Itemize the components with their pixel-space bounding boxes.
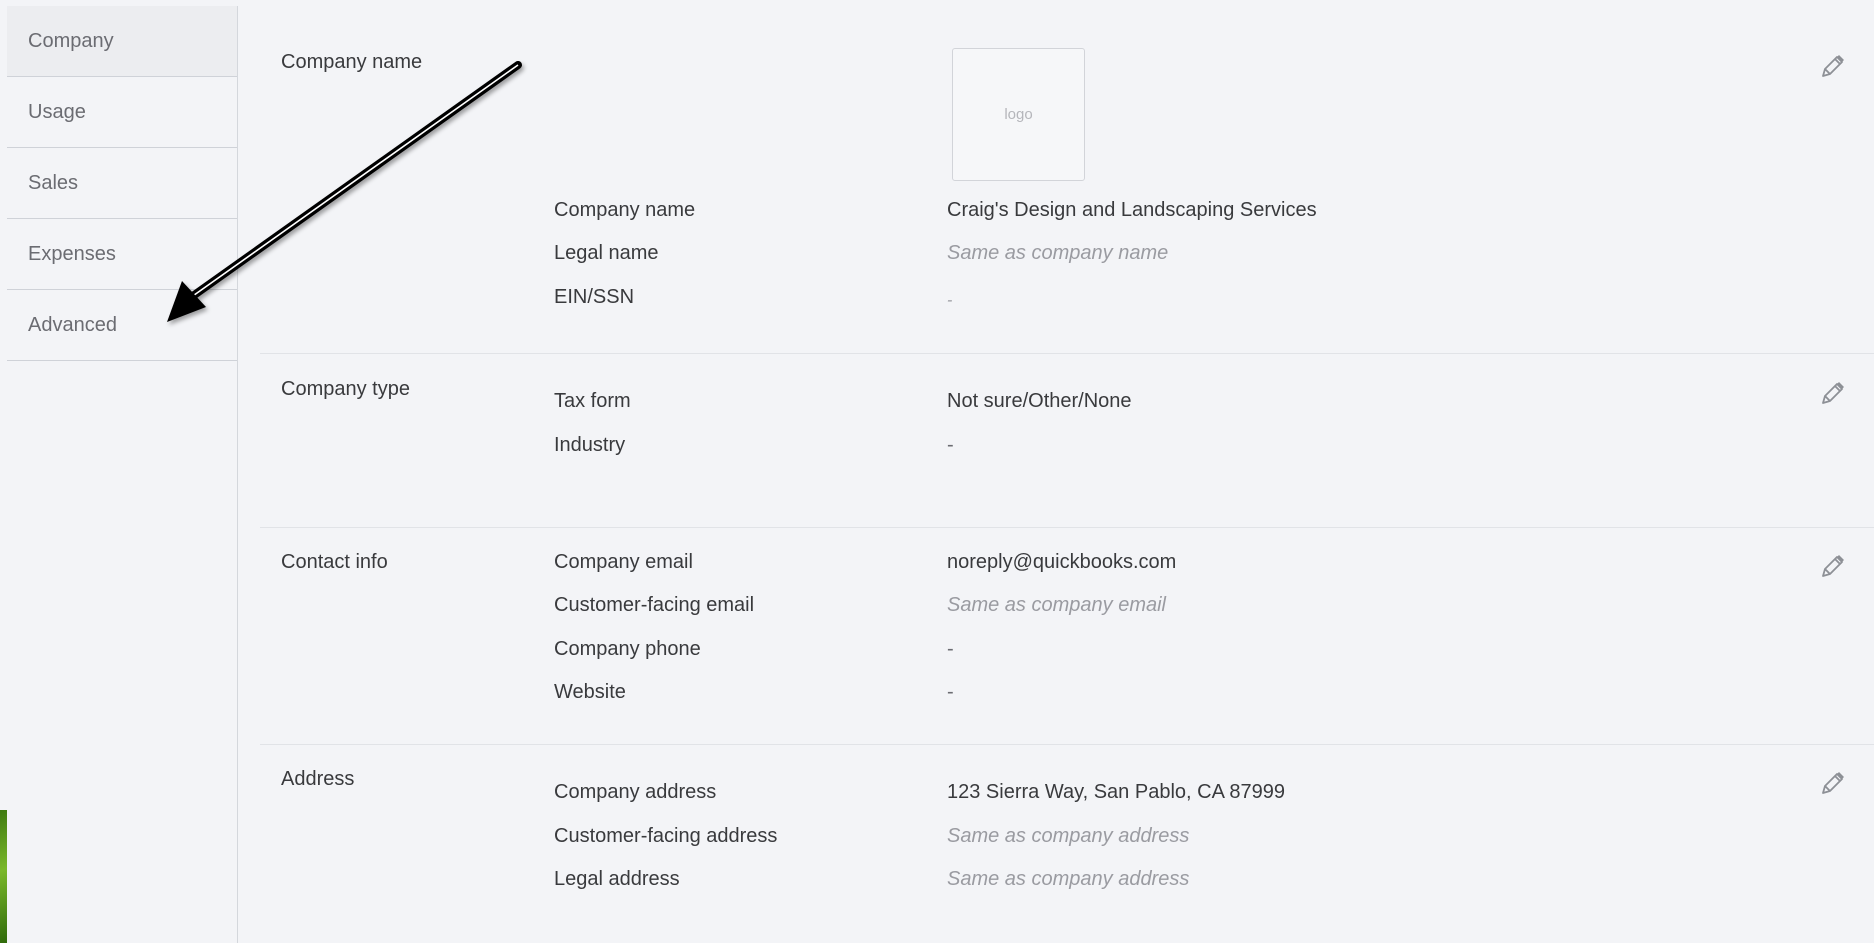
pencil-icon: [1822, 55, 1844, 77]
field-value: Not sure/Other/None: [947, 390, 1132, 412]
background-leaf-fragment: [0, 810, 7, 943]
field-label: Tax form: [554, 390, 631, 412]
field-value: -: [947, 434, 954, 456]
field-value: Same as company name: [947, 242, 1169, 264]
section-title: Address: [281, 768, 355, 790]
company-settings-panel: Company name logo Company name Craig's D…: [260, 0, 1874, 943]
field-label: Customer-facing address: [554, 825, 778, 847]
info-row: Company email noreply@quickbooks.com: [554, 551, 1874, 581]
sidebar-item-advanced[interactable]: Advanced: [7, 290, 237, 361]
info-row: Legal address Same as company address: [554, 868, 1874, 898]
field-label: Company address: [554, 781, 717, 803]
field-label: Company phone: [554, 638, 701, 660]
field-value: Same as company address: [947, 825, 1190, 847]
sidebar-item-company[interactable]: Company: [7, 6, 237, 77]
info-row: Legal name Same as company name: [554, 242, 1874, 272]
section-title: Company type: [281, 378, 410, 400]
settings-sidebar: Company Usage Sales Expenses Advanced: [7, 6, 238, 943]
sidebar-item-usage[interactable]: Usage: [7, 77, 237, 148]
info-row: Customer-facing email Same as company em…: [554, 594, 1874, 624]
field-value: Same as company address: [947, 868, 1190, 890]
sidebar-item-expenses[interactable]: Expenses: [7, 219, 237, 290]
logo-placeholder-text: logo: [1004, 106, 1033, 123]
field-label: Industry: [554, 434, 626, 456]
contact-info-section: Contact info Company email noreply@quick…: [260, 527, 1874, 745]
field-value: 123 Sierra Way, San Pablo, CA 87999: [947, 781, 1285, 803]
field-label: Legal address: [554, 868, 680, 890]
edit-company-name-button[interactable]: [1818, 53, 1846, 81]
info-row: Company phone -: [554, 638, 1874, 668]
field-label: Company name: [554, 199, 696, 221]
company-name-section: Company name logo Company name Craig's D…: [260, 0, 1874, 354]
field-value: Same as company email: [947, 594, 1166, 616]
field-value: -: [947, 292, 953, 309]
info-row: EIN/SSN -: [554, 286, 1874, 316]
address-section: Address Company address 123 Sierra Way, …: [260, 744, 1874, 943]
field-value: -: [947, 681, 954, 703]
section-title: Company name: [281, 51, 423, 73]
company-type-section: Company type Tax form Not sure/Other/Non…: [260, 353, 1874, 528]
section-title: Contact info: [281, 551, 388, 573]
info-row: Website -: [554, 681, 1874, 711]
field-label: Customer-facing email: [554, 594, 755, 616]
sidebar-item-sales[interactable]: Sales: [7, 148, 237, 219]
field-value: -: [947, 638, 954, 660]
field-value: Craig's Design and Landscaping Services: [947, 199, 1317, 221]
field-label: Company email: [554, 551, 693, 573]
field-value: noreply@quickbooks.com: [947, 551, 1177, 573]
info-row: Industry -: [554, 434, 1874, 464]
field-label: EIN/SSN: [554, 286, 635, 308]
company-logo-upload[interactable]: logo: [952, 48, 1085, 181]
field-label: Website: [554, 681, 626, 703]
info-row: Customer-facing address Same as company …: [554, 825, 1874, 855]
info-row: Company address 123 Sierra Way, San Pabl…: [554, 781, 1874, 811]
field-label: Legal name: [554, 242, 659, 264]
info-row: Company name Craig's Design and Landscap…: [554, 199, 1874, 229]
info-row: Tax form Not sure/Other/None: [554, 390, 1874, 420]
